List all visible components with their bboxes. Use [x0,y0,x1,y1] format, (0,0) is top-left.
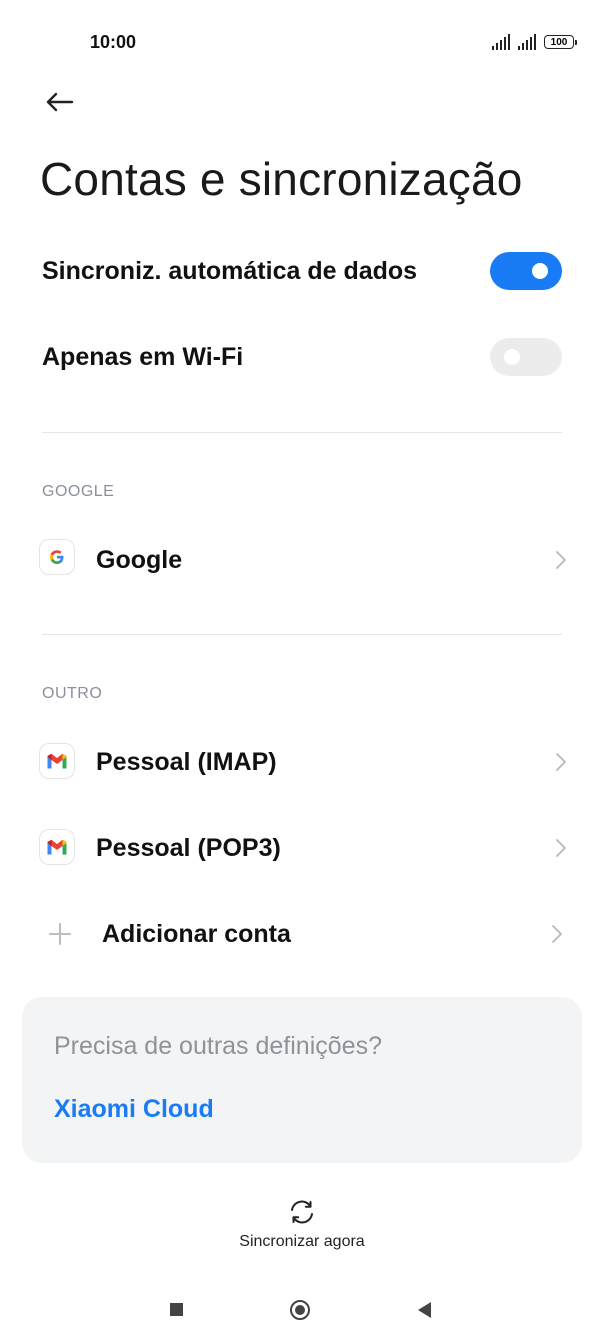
chevron-right-icon [556,551,566,569]
xiaomi-cloud-link[interactable]: Xiaomi Cloud [54,1095,214,1124]
gmail-icon [40,830,74,864]
section-header-google: GOOGLE [42,483,115,500]
google-icon [40,540,74,574]
settings-card [22,997,582,1163]
auto-sync-toggle[interactable] [490,252,562,290]
account-label-imap: Pessoal (IMAP) [96,748,277,776]
account-row-google[interactable]: Google [0,530,604,590]
auto-sync-label: Sincroniz. automática de dados [42,257,418,285]
gmail-icon [40,744,74,778]
wifi-only-label: Apenas em Wi-Fi [42,343,244,371]
recents-button[interactable] [170,1303,183,1316]
chevron-right-icon [556,839,566,857]
section-header-other: OUTRO [42,685,103,702]
home-button[interactable] [290,1300,310,1320]
status-time: 10:00 [90,32,137,52]
add-account-row[interactable]: Adicionar conta [0,904,604,964]
page-title: Contas e sincronização [40,153,523,205]
account-row-pop3[interactable]: Pessoal (POP3) [0,818,604,878]
card-question: Precisa de outras definições? [54,1032,382,1060]
divider [42,634,562,635]
chevron-right-icon [552,925,562,943]
divider [42,432,562,433]
account-row-imap[interactable]: Pessoal (IMAP) [0,732,604,792]
back-arrow-icon[interactable] [42,84,78,120]
signal-icon-2 [518,34,536,50]
signal-icon [492,34,510,50]
sync-icon[interactable] [288,1198,316,1226]
chevron-right-icon [556,753,566,771]
sync-now-label[interactable]: Sincronizar agora [0,1233,604,1251]
account-label-google: Google [96,546,183,574]
add-account-label: Adicionar conta [102,920,291,948]
status-icons: 100 [492,34,577,50]
battery-icon: 100 [544,35,577,49]
wifi-only-toggle[interactable] [490,338,562,376]
plus-icon [49,923,71,945]
nav-back-button[interactable] [418,1302,431,1318]
account-label-pop3: Pessoal (POP3) [96,834,281,862]
